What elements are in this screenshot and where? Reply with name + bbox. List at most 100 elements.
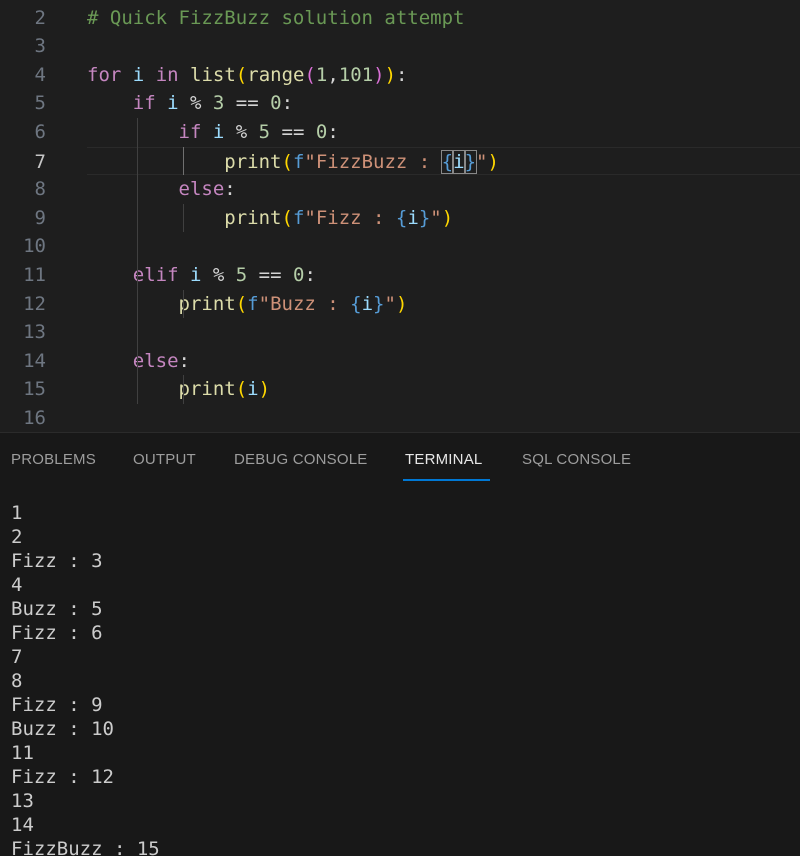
code-line[interactable]: 14 else:	[0, 347, 800, 376]
code-token: print	[178, 378, 236, 401]
line-number: 7	[34, 150, 46, 173]
code-text: print(f"FizzBuzz : {i}")	[87, 148, 499, 177]
code-token: print	[224, 150, 282, 173]
terminal-line: 1	[11, 502, 23, 524]
code-token: i	[361, 292, 374, 315]
code-text: print(i)	[87, 375, 271, 404]
code-token: "FizzBuzz :	[304, 150, 442, 173]
code-line[interactable]: 3	[0, 32, 800, 61]
code-line[interactable]: 16	[0, 404, 800, 432]
code-token: # Quick FizzBuzz solution attempt	[87, 6, 465, 29]
code-token: }	[418, 206, 431, 229]
code-token: %	[201, 263, 236, 286]
terminal-line: Buzz : 10	[11, 718, 114, 740]
code-token: (	[281, 206, 293, 229]
line-number: 14	[23, 349, 46, 372]
code-token: (	[235, 292, 248, 315]
line-number: 9	[34, 206, 46, 229]
tab-debug-console[interactable]: DEBUG CONSOLE	[234, 451, 367, 468]
tab-sql-console[interactable]: SQL CONSOLE	[522, 451, 631, 468]
code-line[interactable]: 10	[0, 232, 800, 261]
code-token: print	[224, 206, 282, 229]
code-token: "Buzz :	[258, 292, 351, 315]
code-line[interactable]: 2 # Quick FizzBuzz solution attempt	[0, 4, 800, 33]
code-token: i	[247, 378, 259, 401]
code-token: (	[281, 150, 293, 173]
indent-guide	[183, 146, 184, 176]
code-line[interactable]: 8 else:	[0, 175, 800, 204]
line-number: 6	[34, 120, 46, 143]
code-line[interactable]: 5 if i % 3 == 0:	[0, 89, 800, 118]
line-number: 8	[34, 178, 46, 201]
code-token: for	[87, 63, 122, 86]
tab-problems[interactable]: PROBLEMS	[11, 451, 96, 468]
code-token: )	[487, 150, 499, 173]
code-token: )	[373, 63, 385, 86]
terminal-line: 4	[11, 574, 23, 596]
panel-tab-bar: PROBLEMS OUTPUT DEBUG CONSOLE TERMINAL S…	[0, 433, 800, 483]
code-line[interactable]: 12 print(f"Buzz : {i}")	[0, 290, 800, 319]
code-token: f	[292, 150, 305, 173]
code-line[interactable]: 7 print(f"FizzBuzz : {i}")	[35, 146, 800, 177]
code-token: 0	[315, 120, 328, 143]
code-editor[interactable]: 2 # Quick FizzBuzz solution attempt 3 4 for …	[0, 0, 800, 432]
terminal-line: 2	[11, 526, 23, 548]
code-token: )	[258, 378, 271, 401]
terminal-line: Buzz : 5	[11, 598, 103, 620]
code-text: print(f"Buzz : {i}")	[87, 290, 408, 319]
code-token: i	[452, 149, 466, 174]
code-line[interactable]: 9 print(f"Fizz : {i}")	[0, 204, 800, 233]
code-text: if i % 5 == 0:	[87, 118, 339, 147]
code-token: "Fizz :	[304, 206, 396, 229]
code-line[interactable]: 15 print(i)	[0, 375, 800, 404]
terminal-line: 14	[11, 814, 34, 836]
terminal-line: Fizz : 9	[11, 694, 103, 716]
code-token: ==	[270, 120, 316, 143]
code-token: {	[350, 292, 362, 315]
line-number: 3	[34, 35, 46, 58]
code-token: 101	[338, 63, 374, 86]
code-token: ,	[327, 63, 339, 86]
code-token: :	[396, 63, 408, 86]
active-tab-indicator	[403, 479, 490, 481]
code-token: {	[395, 206, 408, 229]
line-number: 2	[34, 6, 46, 29]
line-number: 5	[34, 92, 46, 115]
code-token: elif	[132, 263, 179, 286]
code-token: 3	[212, 92, 225, 115]
code-line[interactable]: 11 elif i % 5 == 0:	[0, 261, 800, 290]
code-line[interactable]: 4 for i in list(range(1,101)):	[0, 61, 800, 90]
code-token: %	[224, 120, 259, 143]
code-text: if i % 3 == 0:	[87, 89, 293, 118]
tab-terminal[interactable]: TERMINAL	[405, 451, 482, 468]
code-text: for i in list(range(1,101)):	[87, 61, 408, 90]
code-token: i	[212, 120, 225, 143]
indent-guide	[183, 289, 184, 319]
code-token: "	[384, 292, 396, 315]
code-text: else:	[87, 347, 190, 376]
indent-guide	[137, 117, 138, 404]
code-text: else:	[87, 175, 236, 204]
code-line[interactable]: 6 if i % 5 == 0:	[0, 118, 800, 147]
code-line[interactable]: 13	[0, 318, 800, 347]
line-number: 10	[23, 235, 46, 258]
terminal-output[interactable]: 1 2 Fizz : 3 4 Buzz : 5 Fizz : 6 7 8 Fizz : 9 Buz…	[11, 501, 791, 856]
code-token: print	[178, 292, 236, 315]
code-token: )	[441, 206, 454, 229]
terminal-line: Fizz : 12	[11, 766, 114, 788]
tab-output[interactable]: OUTPUT	[133, 451, 196, 468]
code-token: i	[132, 63, 145, 86]
code-token: i	[167, 92, 179, 115]
code-token: :	[304, 263, 316, 286]
terminal-line: 13	[11, 790, 34, 812]
line-number: 15	[23, 378, 46, 401]
terminal-line: 8	[11, 670, 23, 692]
code-token: (	[235, 378, 248, 401]
